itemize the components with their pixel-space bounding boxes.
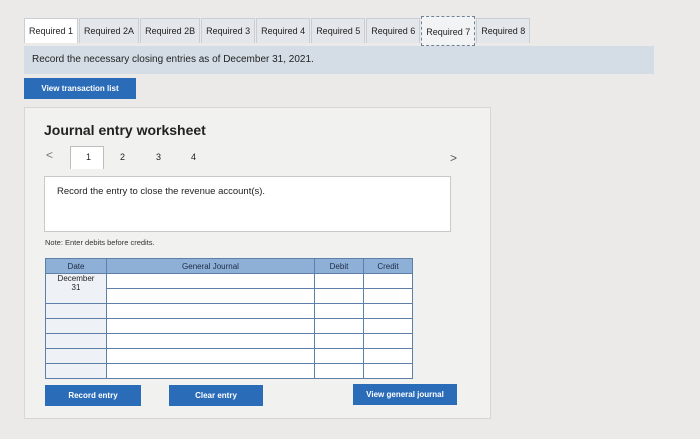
debit-header: Debit	[314, 258, 364, 274]
credit-input[interactable]	[363, 288, 413, 304]
date-cell	[45, 303, 107, 319]
next-page-arrow[interactable]: >	[450, 151, 457, 165]
tab-required-5[interactable]: Required 5	[311, 18, 366, 43]
general-journal-header: General Journal	[106, 258, 315, 274]
table-row	[45, 303, 413, 319]
credit-input[interactable]	[363, 303, 413, 319]
date-cell	[45, 333, 107, 349]
debit-input[interactable]	[314, 348, 364, 364]
page-3-link[interactable]: 3	[156, 152, 161, 162]
date-header: Date	[45, 258, 107, 274]
date-cell	[45, 363, 107, 379]
account-input[interactable]	[106, 303, 315, 319]
account-input[interactable]	[106, 333, 315, 349]
view-general-journal-button[interactable]: View general journal	[353, 384, 457, 405]
account-input[interactable]	[106, 363, 315, 379]
table-header-row: Date General Journal Debit Credit	[45, 258, 413, 274]
page-1-link[interactable]: 1	[86, 152, 91, 162]
date-month: December	[57, 274, 95, 283]
credit-input[interactable]	[363, 363, 413, 379]
page-4-link[interactable]: 4	[191, 152, 196, 162]
date-day: 31	[71, 283, 81, 292]
required-tabs: Required 1 Required 2A Required 2B Requi…	[24, 16, 531, 46]
page-2-link[interactable]: 2	[120, 152, 125, 162]
tab-required-1[interactable]: Required 1	[24, 18, 79, 43]
debit-input[interactable]	[314, 318, 364, 334]
debit-input[interactable]	[314, 288, 364, 304]
debit-input[interactable]	[314, 363, 364, 379]
table-row	[45, 333, 413, 349]
entry-instruction: Record the entry to close the revenue ac…	[44, 176, 451, 232]
tab-required-8[interactable]: Required 8	[476, 18, 531, 43]
account-input[interactable]	[106, 273, 315, 289]
credit-input[interactable]	[363, 348, 413, 364]
debits-note: Note: Enter debits before credits.	[45, 238, 155, 247]
clear-entry-button[interactable]: Clear entry	[169, 385, 263, 406]
tab-required-2a[interactable]: Required 2A	[79, 18, 140, 43]
tab-required-2b[interactable]: Required 2B	[140, 18, 201, 43]
table-row: December 31	[45, 273, 413, 304]
credit-input[interactable]	[363, 333, 413, 349]
table-row	[45, 348, 413, 364]
date-cell: December 31	[45, 273, 107, 304]
view-transaction-list-button[interactable]: View transaction list	[24, 78, 136, 99]
table-row	[45, 363, 413, 379]
tab-required-3[interactable]: Required 3	[201, 18, 256, 43]
account-input[interactable]	[106, 318, 315, 334]
date-cell	[45, 318, 107, 334]
debit-input[interactable]	[314, 333, 364, 349]
prev-page-arrow[interactable]: <	[46, 148, 53, 162]
account-input[interactable]	[106, 348, 315, 364]
tab-required-4[interactable]: Required 4	[256, 18, 311, 43]
date-cell	[45, 348, 107, 364]
credit-input[interactable]	[363, 273, 413, 289]
tab-required-7[interactable]: Required 7	[421, 16, 476, 46]
debit-input[interactable]	[314, 303, 364, 319]
credit-input[interactable]	[363, 318, 413, 334]
record-entry-button[interactable]: Record entry	[45, 385, 141, 406]
credit-header: Credit	[363, 258, 413, 274]
journal-entry-table: Date General Journal Debit Credit Decemb…	[45, 258, 413, 379]
question-banner: Record the necessary closing entries as …	[24, 46, 654, 74]
account-input[interactable]	[106, 288, 315, 304]
tab-required-6[interactable]: Required 6	[366, 18, 421, 43]
table-row	[45, 318, 413, 334]
worksheet-title: Journal entry worksheet	[44, 122, 206, 138]
debit-input[interactable]	[314, 273, 364, 289]
